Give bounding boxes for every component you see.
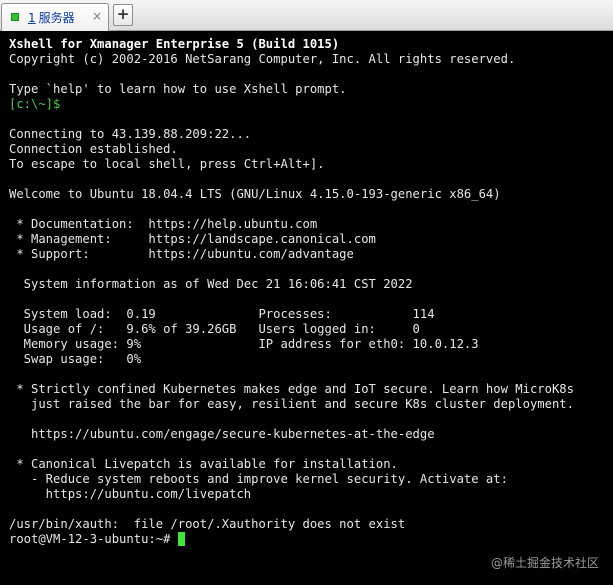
kubernetes-url-line: https://ubuntu.com/engage/secure-kuberne… [9,427,435,441]
kubernetes-notice-line: just raised the bar for easy, resilient … [9,397,574,411]
banner-title: Xshell for Xmanager Enterprise 5 (Build … [9,37,340,51]
remote-prompt: root@VM-12-3-ubuntu:~# [9,532,178,546]
local-prompt: [c:\~]$ [9,97,61,111]
close-tab-icon[interactable]: × [92,9,102,23]
livepatch-notice-line: - Reduce system reboots and improve kern… [9,472,508,486]
terminal-output[interactable]: Xshell for Xmanager Enterprise 5 (Build … [0,31,613,585]
xshell-window: 1 服务器 × + Xshell for Xmanager Enterprise … [0,0,613,585]
management-line: * Management: https://landscape.canonica… [9,232,376,246]
welcome-line: Welcome to Ubuntu 18.04.4 LTS (GNU/Linux… [9,187,501,201]
watermark: @稀土掘金技术社区 [490,556,599,570]
session-tab-index: 1 [28,11,36,25]
session-tab-label: 1 服务器 [28,9,75,26]
terminal-cursor [177,532,185,546]
established-line: Connection established. [9,142,178,156]
help-hint-line: Type `help' to learn how to use Xshell p… [9,82,347,96]
connecting-line: Connecting to 43.139.88.209:22... [9,127,252,141]
system-stats-row: Swap usage: 0% [9,352,142,366]
copyright-line: Copyright (c) 2002-2016 NetSarang Comput… [9,52,516,66]
system-stats-row: System load: 0.19 Processes: 114 [9,307,435,321]
remote-prompt-line: root@VM-12-3-ubuntu:~# [9,532,185,547]
new-tab-button[interactable]: + [113,4,133,26]
livepatch-notice-line: * Canonical Livepatch is available for i… [9,457,398,471]
escape-hint-line: To escape to local shell, press Ctrl+Alt… [9,157,325,171]
system-stats-row: Usage of /: 9.6% of 39.26GB Users logged… [9,322,420,336]
connection-status-icon [11,13,19,21]
session-tab-bar: 1 服务器 × + [0,0,613,31]
session-tab[interactable]: 1 服务器 × [1,3,109,31]
kubernetes-notice-line: * Strictly confined Kubernetes makes edg… [9,382,574,396]
system-info-header: System information as of Wed Dec 21 16:0… [9,277,413,291]
system-stats-row: Memory usage: 9% IP address for eth0: 10… [9,337,479,351]
documentation-line: * Documentation: https://help.ubuntu.com [9,217,318,231]
support-line: * Support: https://ubuntu.com/advantage [9,247,354,261]
session-tab-title: 服务器 [38,11,75,25]
livepatch-url-line: https://ubuntu.com/livepatch [9,487,252,501]
xauth-message-line: /usr/bin/xauth: file /root/.Xauthority d… [9,517,406,531]
